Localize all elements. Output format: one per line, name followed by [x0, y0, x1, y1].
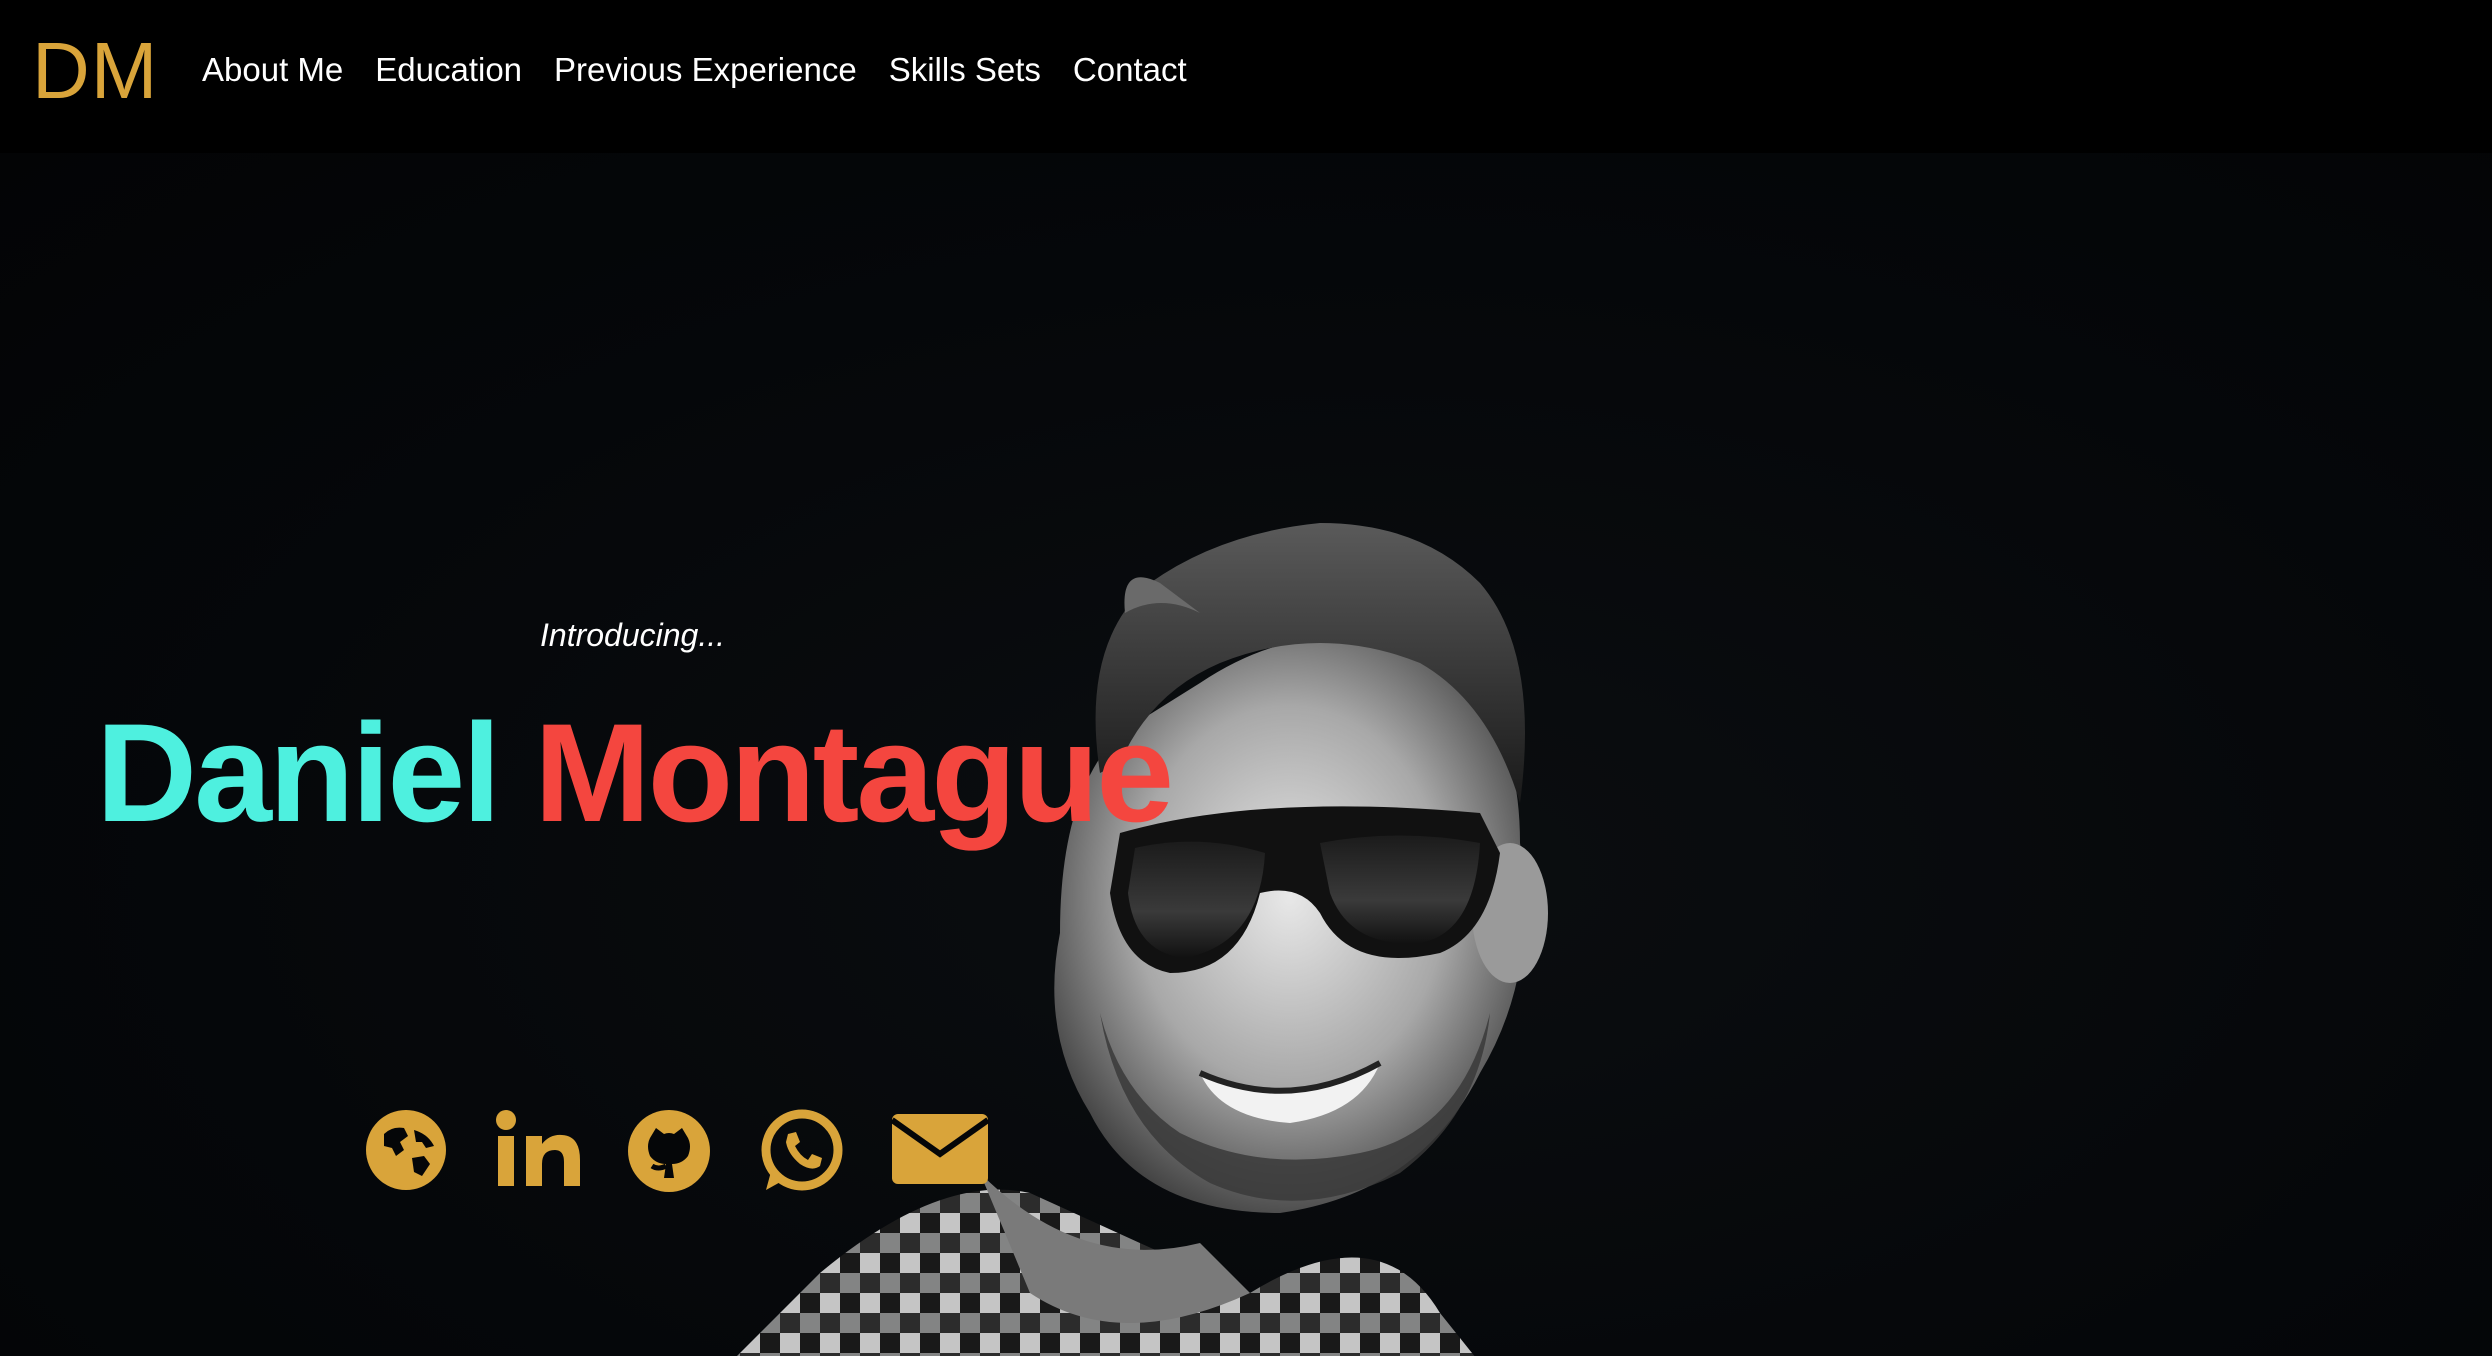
hero-section: Introducing... Daniel Montague: [0, 153, 2492, 1356]
portrait-photo: [737, 523, 1548, 1356]
hero-name: Daniel Montague: [96, 693, 1174, 853]
globe-icon[interactable]: [364, 1108, 448, 1192]
email-icon[interactable]: [890, 1108, 990, 1188]
nav-item-contact[interactable]: Contact: [1073, 48, 1187, 92]
linkedin-icon[interactable]: [494, 1108, 584, 1192]
nav-links: About Me Education Previous Experience S…: [202, 48, 1187, 92]
nav-item-previous-experience[interactable]: Previous Experience: [554, 48, 857, 92]
github-icon[interactable]: [626, 1108, 712, 1194]
nav-item-skills-sets[interactable]: Skills Sets: [889, 48, 1041, 92]
whatsapp-icon[interactable]: [758, 1108, 844, 1194]
page: DM About Me Education Previous Experienc…: [0, 0, 2492, 1356]
navbar: DM About Me Education Previous Experienc…: [0, 0, 2492, 153]
intro-text: Introducing...: [540, 617, 725, 653]
nav-item-about-me[interactable]: About Me: [202, 48, 343, 92]
first-name: Daniel: [96, 694, 501, 851]
nav-item-education[interactable]: Education: [375, 48, 522, 92]
brand-logo[interactable]: DM: [32, 26, 158, 116]
last-name: Montague: [534, 694, 1174, 851]
